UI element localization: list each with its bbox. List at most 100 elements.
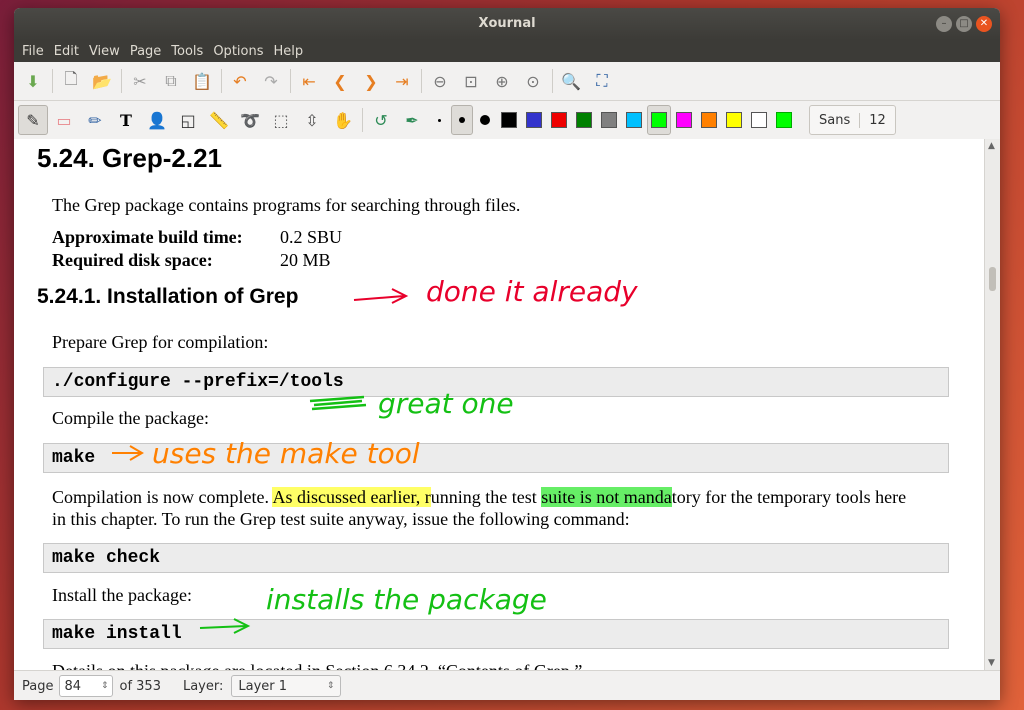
hand-tool-icon[interactable]: ✋	[328, 105, 358, 135]
copy-icon[interactable]: ⧉	[156, 66, 186, 96]
paste-icon[interactable]: 📋	[187, 66, 217, 96]
color-swatch-icon	[701, 112, 717, 128]
toolbar-separator	[221, 69, 222, 93]
dot-icon	[480, 115, 490, 125]
page-count: of 353	[119, 678, 161, 694]
color-red[interactable]	[547, 105, 571, 135]
menu-help[interactable]: Help	[272, 44, 312, 59]
open-icon[interactable]: 📂	[87, 66, 117, 96]
color-swatch-icon	[526, 112, 542, 128]
orange-arrow-stroke	[112, 445, 144, 461]
search-icon[interactable]: 🔍	[556, 66, 586, 96]
color-swatch-icon	[626, 112, 642, 128]
maximize-icon[interactable]: □	[956, 16, 972, 32]
font-name: Sans	[819, 112, 851, 128]
scrollbar-thumb[interactable]	[989, 267, 996, 291]
vertical-scrollbar[interactable]: ▲ ▼	[984, 139, 1000, 670]
color-magenta[interactable]	[672, 105, 696, 135]
zoom-in-icon[interactable]: ⊕	[487, 66, 517, 96]
zoom-fit-icon[interactable]: ⊡	[456, 66, 486, 96]
cut-icon[interactable]: ✂	[125, 66, 155, 96]
thickness-thick-icon[interactable]	[474, 105, 496, 135]
thickness-medium-icon[interactable]	[451, 105, 473, 135]
color-current[interactable]	[772, 105, 796, 135]
font-button[interactable]: Sans 12	[809, 105, 896, 135]
color-swatch-icon	[751, 112, 767, 128]
new-page-icon[interactable]: 🗋	[56, 66, 86, 96]
dot-icon	[437, 118, 441, 122]
menu-bar: File Edit View Page Tools Options Help	[14, 40, 1000, 62]
color-yellow[interactable]	[722, 105, 746, 135]
color-white[interactable]	[747, 105, 771, 135]
zoom-normal-icon[interactable]: ⊙	[518, 66, 548, 96]
close-icon[interactable]: ✕	[976, 16, 992, 32]
eraser-icon[interactable]: ▭	[49, 105, 79, 135]
toolbar-separator	[421, 69, 422, 93]
annotation-done-it-already: done it already	[426, 275, 638, 308]
pen-icon[interactable]: ✎	[18, 105, 48, 135]
chevron-updown-icon: ⇕	[326, 681, 335, 691]
zoom-out-icon[interactable]: ⊖	[425, 66, 455, 96]
default-pen-icon[interactable]: ✒	[397, 105, 427, 135]
ruler-icon[interactable]: 📏	[204, 105, 234, 135]
color-swatch-icon	[651, 112, 667, 128]
lasso-select-icon[interactable]: ➰	[235, 105, 265, 135]
tools-toolbar: ✎ ▭ ✏ T 👤 ◱ 📏 ➰ ⬚ ⇳ ✋ ↺ ✒ Sans 12	[14, 101, 1000, 140]
page-number-value: 84	[64, 678, 82, 694]
text-tool-icon[interactable]: T	[111, 105, 141, 135]
minimize-icon[interactable]: –	[936, 16, 952, 32]
page-number-input[interactable]: 84 ⇕	[59, 675, 114, 697]
menu-edit[interactable]: Edit	[52, 44, 87, 59]
menu-tools[interactable]: Tools	[169, 44, 211, 59]
document-page[interactable]: 5.24. Grep-2.21 The Grep package contain…	[14, 139, 984, 670]
window-title: Xournal	[478, 16, 536, 31]
image-tool-icon[interactable]: 👤	[142, 105, 172, 135]
fullscreen-icon[interactable]: ⛶	[587, 66, 617, 96]
scroll-up-icon[interactable]: ▲	[988, 141, 995, 151]
layer-select[interactable]: Layer 1 ⇕	[231, 675, 342, 697]
first-page-icon[interactable]: ⇤	[294, 66, 324, 96]
menu-file[interactable]: File	[20, 44, 52, 59]
save-icon[interactable]: ⬇	[18, 66, 48, 96]
color-green[interactable]	[572, 105, 596, 135]
highlighter-icon[interactable]: ✏	[80, 105, 110, 135]
menu-options[interactable]: Options	[211, 44, 271, 59]
color-swatch-icon	[501, 112, 517, 128]
thickness-fine-icon[interactable]	[428, 105, 450, 135]
annotation-uses-make-tool: uses the make tool	[152, 437, 420, 470]
last-page-icon[interactable]: ⇥	[387, 66, 417, 96]
annotation-installs-package: installs the package	[266, 583, 547, 616]
layer-label: Layer:	[182, 678, 224, 694]
green-arrow-stroke	[199, 618, 251, 634]
color-light-green[interactable]	[647, 105, 671, 135]
color-swatch-icon	[601, 112, 617, 128]
vertical-space-icon[interactable]: ⇳	[297, 105, 327, 135]
color-orange[interactable]	[697, 105, 721, 135]
scroll-down-icon[interactable]: ▼	[988, 658, 995, 668]
color-black[interactable]	[497, 105, 521, 135]
color-gray[interactable]	[597, 105, 621, 135]
dot-icon	[459, 117, 465, 123]
title-bar[interactable]: Xournal – □ ✕	[14, 8, 1000, 40]
menu-page[interactable]: Page	[128, 44, 169, 59]
color-blue[interactable]	[522, 105, 546, 135]
menu-view[interactable]: View	[87, 44, 128, 59]
next-page-icon[interactable]: ❯	[356, 66, 386, 96]
color-swatch-icon	[576, 112, 592, 128]
layer-value: Layer 1	[238, 678, 288, 694]
xournal-window: Xournal – □ ✕ File Edit View Page Tools …	[14, 8, 1000, 700]
toolbar-separator	[52, 69, 53, 93]
color-light-blue[interactable]	[622, 105, 646, 135]
shape-recognizer-icon[interactable]: ◱	[173, 105, 203, 135]
default-tool-icon[interactable]: ↺	[366, 105, 396, 135]
undo-icon[interactable]: ↶	[225, 66, 255, 96]
toolbar-separator	[121, 69, 122, 93]
color-swatch-icon	[726, 112, 742, 128]
redo-icon[interactable]: ↷	[256, 66, 286, 96]
spinner-arrows-icon[interactable]: ⇕	[101, 681, 109, 691]
color-swatch-icon	[776, 112, 792, 128]
rect-select-icon[interactable]: ⬚	[266, 105, 296, 135]
status-bar: Page 84 ⇕ of 353 Layer: Layer 1 ⇕	[14, 670, 1000, 700]
color-swatch-icon	[676, 112, 692, 128]
prev-page-icon[interactable]: ❮	[325, 66, 355, 96]
